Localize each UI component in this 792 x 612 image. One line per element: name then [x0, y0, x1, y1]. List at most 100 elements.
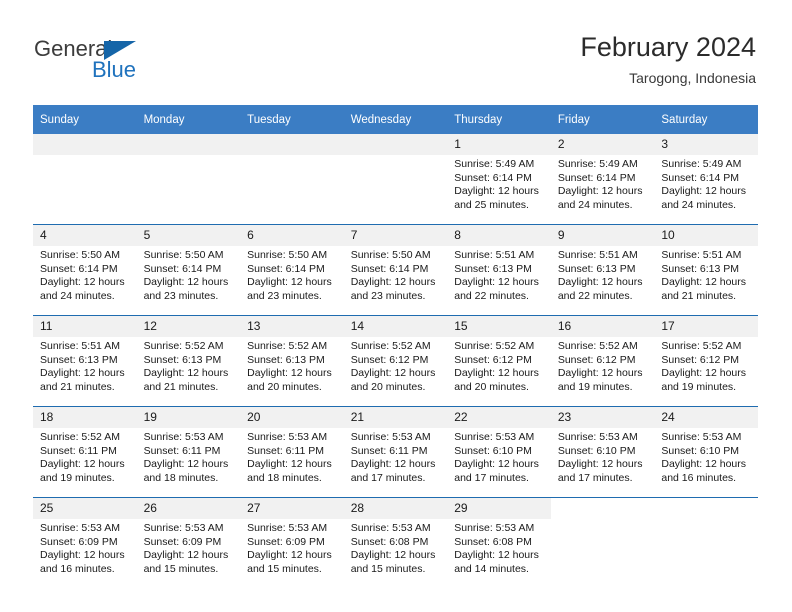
day-details: Sunrise: 5:52 AM Sunset: 6:12 PM Dayligh…: [551, 337, 655, 394]
day-cell[interactable]: 10 Sunrise: 5:51 AM Sunset: 6:13 PM Dayl…: [654, 224, 758, 316]
day-cell[interactable]: [654, 497, 758, 588]
day-cell[interactable]: [550, 497, 655, 588]
daylight-text-line1: Daylight: 12 hours: [557, 185, 643, 198]
daylight-text-line2: and 24 minutes.: [40, 289, 115, 302]
day-number: [343, 134, 448, 155]
day-number: [551, 498, 655, 519]
day-cell[interactable]: 22 Sunrise: 5:53 AM Sunset: 6:10 PM Dayl…: [447, 406, 551, 498]
daylight-text-line1: Daylight: 12 hours: [40, 458, 125, 471]
day-number: [33, 134, 137, 155]
day-cell[interactable]: 21 Sunrise: 5:53 AM Sunset: 6:11 PM Dayl…: [343, 406, 448, 498]
daylight-text-line2: and 14 minutes.: [454, 562, 529, 575]
sunset-text: Sunset: 6:13 PM: [143, 353, 222, 366]
daylight-text-line2: and 22 minutes.: [557, 289, 633, 302]
day-cell[interactable]: 5 Sunrise: 5:50 AM Sunset: 6:14 PM Dayli…: [136, 224, 241, 316]
day-cell[interactable]: [343, 134, 448, 225]
day-details: Sunrise: 5:50 AM Sunset: 6:14 PM Dayligh…: [137, 246, 241, 303]
day-number: 11: [33, 316, 137, 337]
day-cell[interactable]: 19 Sunrise: 5:53 AM Sunset: 6:11 PM Dayl…: [136, 406, 241, 498]
day-cell[interactable]: 29 Sunrise: 5:53 AM Sunset: 6:08 PM Dayl…: [447, 497, 551, 588]
day-number: 10: [654, 225, 758, 246]
day-cell[interactable]: 14 Sunrise: 5:52 AM Sunset: 6:12 PM Dayl…: [343, 315, 448, 407]
day-number: 4: [33, 225, 137, 246]
day-cell[interactable]: 11 Sunrise: 5:51 AM Sunset: 6:13 PM Dayl…: [33, 315, 137, 407]
day-details: Sunrise: 5:49 AM Sunset: 6:14 PM Dayligh…: [447, 155, 551, 212]
daylight-text-line2: and 20 minutes.: [454, 380, 529, 393]
sunrise-text: Sunrise: 5:50 AM: [143, 249, 224, 261]
day-cell[interactable]: 26 Sunrise: 5:53 AM Sunset: 6:09 PM Dayl…: [136, 497, 241, 588]
day-details: Sunrise: 5:52 AM Sunset: 6:12 PM Dayligh…: [447, 337, 551, 394]
calendar-body: 1 Sunrise: 5:49 AM Sunset: 6:14 PM Dayli…: [33, 134, 758, 588]
sunset-text: Sunset: 6:14 PM: [557, 171, 636, 184]
sunset-text: Sunset: 6:12 PM: [661, 353, 740, 366]
page-title: February 2024: [580, 32, 756, 62]
day-cell[interactable]: 28 Sunrise: 5:53 AM Sunset: 6:08 PM Dayl…: [343, 497, 448, 588]
day-cell[interactable]: 20 Sunrise: 5:53 AM Sunset: 6:11 PM Dayl…: [240, 406, 344, 498]
day-cell[interactable]: 12 Sunrise: 5:52 AM Sunset: 6:13 PM Dayl…: [136, 315, 241, 407]
daylight-text-line2: and 24 minutes.: [661, 198, 737, 211]
day-cell[interactable]: 1 Sunrise: 5:49 AM Sunset: 6:14 PM Dayli…: [447, 134, 551, 225]
sunrise-text: Sunrise: 5:53 AM: [350, 431, 431, 443]
day-cell[interactable]: 23 Sunrise: 5:53 AM Sunset: 6:10 PM Dayl…: [550, 406, 655, 498]
daylight-text-line2: and 21 minutes.: [661, 289, 737, 302]
sunset-text: Sunset: 6:13 PM: [40, 353, 118, 366]
day-number: 17: [654, 316, 758, 337]
sunset-text: Sunset: 6:08 PM: [454, 535, 532, 548]
day-cell[interactable]: 18 Sunrise: 5:52 AM Sunset: 6:11 PM Dayl…: [33, 406, 137, 498]
day-cell[interactable]: 25 Sunrise: 5:53 AM Sunset: 6:09 PM Dayl…: [33, 497, 137, 588]
day-cell[interactable]: 16 Sunrise: 5:52 AM Sunset: 6:12 PM Dayl…: [550, 315, 655, 407]
daylight-text-line2: and 25 minutes.: [454, 198, 529, 211]
day-cell[interactable]: 2 Sunrise: 5:49 AM Sunset: 6:14 PM Dayli…: [550, 134, 655, 225]
sunrise-text: Sunrise: 5:52 AM: [350, 340, 431, 352]
daylight-text-line2: and 18 minutes.: [143, 471, 219, 484]
daylight-text-line1: Daylight: 12 hours: [661, 367, 747, 380]
sunset-text: Sunset: 6:14 PM: [350, 262, 429, 275]
calendar-week-row: 1 Sunrise: 5:49 AM Sunset: 6:14 PM Dayli…: [33, 134, 758, 225]
day-cell[interactable]: 13 Sunrise: 5:52 AM Sunset: 6:13 PM Dayl…: [240, 315, 344, 407]
daylight-text-line1: Daylight: 12 hours: [557, 367, 643, 380]
day-details: Sunrise: 5:53 AM Sunset: 6:08 PM Dayligh…: [447, 519, 551, 576]
day-cell[interactable]: [33, 134, 137, 225]
daylight-text-line1: Daylight: 12 hours: [247, 276, 332, 289]
day-cell[interactable]: 24 Sunrise: 5:53 AM Sunset: 6:10 PM Dayl…: [654, 406, 758, 498]
day-number: [654, 498, 758, 519]
weekday-header-row: Sunday Monday Tuesday Wednesday Thursday…: [33, 105, 758, 134]
day-details: Sunrise: 5:52 AM Sunset: 6:13 PM Dayligh…: [137, 337, 241, 394]
page-subtitle: Tarogong, Indonesia: [629, 70, 756, 86]
daylight-text-line2: and 18 minutes.: [247, 471, 322, 484]
day-details: Sunrise: 5:53 AM Sunset: 6:10 PM Dayligh…: [447, 428, 551, 485]
day-cell[interactable]: 8 Sunrise: 5:51 AM Sunset: 6:13 PM Dayli…: [447, 224, 551, 316]
day-details: Sunrise: 5:52 AM Sunset: 6:12 PM Dayligh…: [344, 337, 448, 394]
day-details: Sunrise: 5:53 AM Sunset: 6:11 PM Dayligh…: [344, 428, 448, 485]
day-cell[interactable]: [240, 134, 344, 225]
day-cell[interactable]: 17 Sunrise: 5:52 AM Sunset: 6:12 PM Dayl…: [654, 315, 758, 407]
day-cell[interactable]: 6 Sunrise: 5:50 AM Sunset: 6:14 PM Dayli…: [240, 224, 344, 316]
day-cell[interactable]: 3 Sunrise: 5:49 AM Sunset: 6:14 PM Dayli…: [654, 134, 758, 225]
day-cell[interactable]: 27 Sunrise: 5:53 AM Sunset: 6:09 PM Dayl…: [240, 497, 344, 588]
general-blue-logo[interactable]: General Blue: [34, 36, 234, 88]
sunset-text: Sunset: 6:12 PM: [350, 353, 429, 366]
daylight-text-line2: and 19 minutes.: [557, 380, 633, 393]
sunrise-text: Sunrise: 5:49 AM: [454, 158, 535, 170]
weekday-header-thursday: Thursday: [447, 105, 551, 134]
day-cell[interactable]: [136, 134, 241, 225]
daylight-text-line1: Daylight: 12 hours: [143, 367, 229, 380]
sunset-text: Sunset: 6:12 PM: [557, 353, 636, 366]
day-cell[interactable]: 4 Sunrise: 5:50 AM Sunset: 6:14 PM Dayli…: [33, 224, 137, 316]
day-number: 18: [33, 407, 137, 428]
day-number: 8: [447, 225, 551, 246]
sunrise-text: Sunrise: 5:52 AM: [557, 340, 638, 352]
sunrise-text: Sunrise: 5:53 AM: [247, 431, 328, 443]
sunset-text: Sunset: 6:14 PM: [40, 262, 118, 275]
sunset-text: Sunset: 6:10 PM: [661, 444, 740, 457]
day-number: [136, 134, 241, 155]
day-cell[interactable]: 7 Sunrise: 5:50 AM Sunset: 6:14 PM Dayli…: [343, 224, 448, 316]
day-cell[interactable]: 9 Sunrise: 5:51 AM Sunset: 6:13 PM Dayli…: [550, 224, 655, 316]
sunset-text: Sunset: 6:12 PM: [454, 353, 532, 366]
sunrise-text: Sunrise: 5:49 AM: [557, 158, 638, 170]
sunrise-text: Sunrise: 5:52 AM: [143, 340, 224, 352]
sunset-text: Sunset: 6:14 PM: [454, 171, 532, 184]
day-cell[interactable]: 15 Sunrise: 5:52 AM Sunset: 6:12 PM Dayl…: [447, 315, 551, 407]
daylight-text-line1: Daylight: 12 hours: [661, 276, 747, 289]
sunrise-text: Sunrise: 5:50 AM: [247, 249, 328, 261]
